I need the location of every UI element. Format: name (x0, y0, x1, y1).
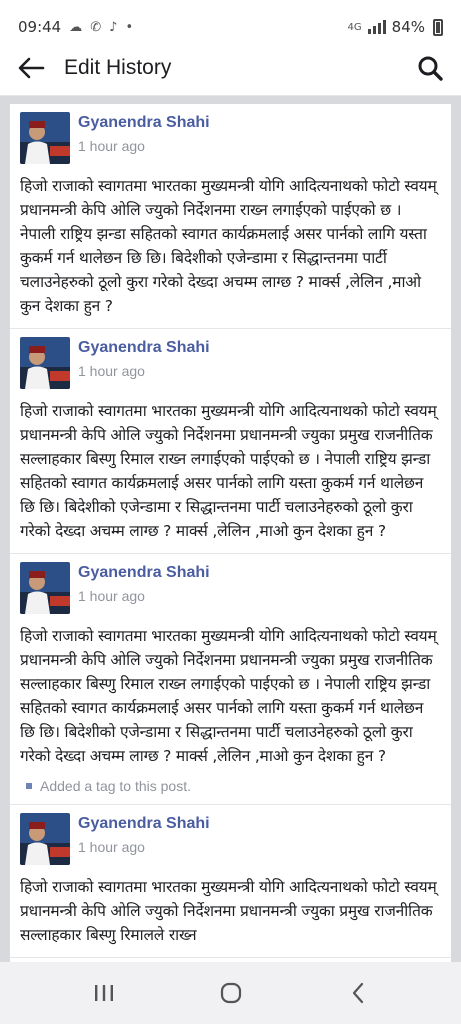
recents-button[interactable] (84, 973, 124, 1013)
system-back-button[interactable] (338, 973, 378, 1013)
edit-history-list[interactable]: Gyanendra Shahi 1 hour ago हिजो राजाको स… (10, 104, 451, 962)
edit-note: Added a tag to this post. (20, 778, 441, 794)
avatar-photo (20, 112, 70, 164)
cloud-icon: ☁ (69, 19, 83, 35)
arrow-left-icon (18, 57, 45, 78)
history-entry: Gyanendra Shahi 1 hour ago हिजो राजाको स… (10, 329, 451, 554)
home-icon (220, 982, 241, 1004)
timestamp: 1 hour ago (78, 839, 145, 855)
history-entry: Gyanendra Shahi 1 hour ago हिजो राजाको स… (10, 805, 451, 958)
author-name[interactable]: Gyanendra Shahi (78, 339, 210, 357)
timestamp: 1 hour ago (78, 363, 145, 379)
dot-icon: • (125, 19, 134, 35)
avatar-photo (20, 813, 70, 865)
system-nav-bar (0, 962, 461, 1024)
battery-level: 84% (391, 18, 425, 36)
network-type: 4G (347, 21, 362, 33)
signal-icon (367, 20, 386, 34)
tag-bullet-icon (26, 783, 32, 789)
search-icon (418, 56, 443, 81)
author-name[interactable]: Gyanendra Shahi (78, 114, 210, 132)
avatar[interactable] (20, 813, 70, 865)
clock: 09:44 (18, 18, 62, 36)
author-name[interactable]: Gyanendra Shahi (78, 815, 210, 833)
avatar[interactable] (20, 562, 70, 614)
history-entry: Gyanendra Shahi 1 hour ago हिजो राजाको स… (10, 554, 451, 805)
back-chevron-icon (352, 982, 363, 1004)
recents-icon (94, 985, 113, 1001)
avatar[interactable] (20, 337, 70, 389)
edit-note-text: Added a tag to this post. (40, 778, 191, 794)
tiktok-icon: ♪ (109, 19, 118, 35)
timestamp: 1 hour ago (78, 138, 145, 154)
avatar-photo (20, 337, 70, 389)
messenger-icon: ✆ (90, 19, 102, 35)
app-bar: Edit History (0, 40, 461, 96)
battery-icon (433, 18, 443, 36)
timestamp: 1 hour ago (78, 588, 145, 604)
author-name[interactable]: Gyanendra Shahi (78, 564, 210, 582)
post-text: हिजो राजाको स्वागतमा भारतका मुख्यमन्त्री… (20, 627, 437, 765)
avatar[interactable] (20, 112, 70, 164)
history-entry: Gyanendra Shahi 1 hour ago हिजो राजाको स… (10, 104, 451, 329)
post-text: हिजो राजाको स्वागतमा भारतका मुख्यमन्त्री… (20, 402, 437, 540)
post-text: हिजो राजाको स्वागतमा भारतका मुख्यमन्त्री… (20, 878, 437, 944)
home-button[interactable] (211, 973, 251, 1013)
search-button[interactable] (415, 53, 445, 83)
avatar-photo (20, 562, 70, 614)
post-text: हिजो राजाको स्वागतमा भारतका मुख्यमन्त्री… (20, 177, 437, 315)
back-button[interactable] (16, 53, 46, 83)
page-title: Edit History (64, 55, 172, 79)
